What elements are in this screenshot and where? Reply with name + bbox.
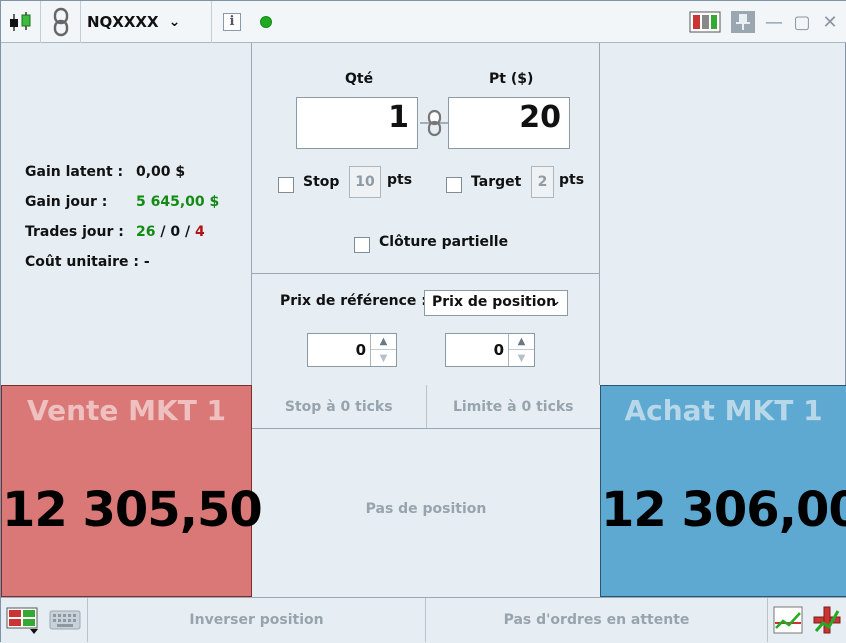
offset-value-2: 0 <box>493 341 504 359</box>
window-controls: — ▢ ✕ <box>689 1 839 43</box>
stop-checkbox[interactable] <box>278 177 294 193</box>
target-checkbox[interactable] <box>446 177 462 193</box>
trades-losing: 4 <box>194 224 205 240</box>
right-panel <box>600 43 846 385</box>
connection-status-icon <box>260 15 272 28</box>
position-status: Pas de position <box>365 501 487 517</box>
ask-price: 12 306,00 <box>601 482 846 538</box>
chevron-up-icon[interactable]: ▲ <box>509 334 534 350</box>
offset-value-1: 0 <box>355 341 366 359</box>
chart-trend-icon[interactable] <box>767 598 807 642</box>
unrealized-value: 0,00 $ <box>136 164 186 180</box>
position-panel: Stop à 0 ticks Limite à 0 ticks Pas de p… <box>252 385 600 597</box>
pin-icon[interactable] <box>731 11 755 33</box>
info-icon: i <box>223 12 241 31</box>
trades-separator: / <box>155 224 171 240</box>
sell-market-button[interactable]: Vente MKT 1 12 305,50 <box>1 385 263 597</box>
buy-market-button[interactable]: Achat MKT 1 12 306,00 <box>600 385 846 597</box>
title-bar: NQXXXX ⌄ i — ▢ ✕ <box>1 0 846 43</box>
sell-title: Vente MKT 1 <box>26 394 227 427</box>
buy-title: Achat MKT 1 <box>624 394 823 427</box>
trading-window: NQXXXX ⌄ i — ▢ ✕ Gain latent: 0,00 $ Ga… <box>0 0 846 643</box>
reference-price-select[interactable]: Prix de position ⌄ <box>424 290 568 316</box>
symbol-name: NQXXXX <box>87 12 159 31</box>
stop-label: Stop <box>303 174 340 190</box>
stop-points-input[interactable]: 10 <box>349 166 381 198</box>
chevron-up-icon[interactable]: ▲ <box>371 334 396 350</box>
qty-header: Qté <box>345 71 374 87</box>
chevron-down-icon: ⌄ <box>550 294 561 309</box>
unrealized-row: Gain latent : 0,00 $ <box>25 157 219 187</box>
daily-trades-label: Trades jour : <box>25 224 124 240</box>
partial-close-label: Clôture partielle <box>379 234 509 250</box>
unit-cost-row: Coût unitaire : - <box>25 247 219 277</box>
strategy-icon[interactable] <box>807 598 846 642</box>
limit-ticks-button[interactable]: Limite à 0 ticks <box>427 385 601 428</box>
bottom-bar: Inverser position Pas d'ordres en attent… <box>1 597 846 643</box>
pending-orders-button[interactable]: Pas d'ordres en attente <box>425 598 767 642</box>
unit-cost-label: Coût unitaire : - <box>25 254 150 270</box>
offset-stepper-1[interactable]: 0 ▲ ▼ <box>307 333 397 367</box>
maximize-icon[interactable]: ▢ <box>793 12 811 33</box>
link-icon[interactable] <box>420 109 450 137</box>
chart-candles-icon[interactable] <box>1 0 41 43</box>
reference-price-panel: Prix de référence : Prix de position ⌄ 0… <box>252 274 600 385</box>
chevron-down-icon[interactable]: ▼ <box>509 350 534 366</box>
target-unit: pts <box>559 172 585 188</box>
unrealized-label: Gain latent : <box>25 164 124 180</box>
partial-close-checkbox[interactable] <box>354 237 370 253</box>
order-params-panel: Qté Pt ($) 1 20 Stop 10 pts Target 2 pts… <box>252 43 600 274</box>
trades-winning: 26 <box>136 224 156 240</box>
keyboard-icon[interactable] <box>45 598 85 642</box>
qty-input[interactable]: 1 <box>296 97 418 149</box>
point-value-input[interactable]: 20 <box>448 97 570 149</box>
layout-columns-icon[interactable] <box>689 11 721 33</box>
stop-unit: pts <box>387 172 413 188</box>
minimize-icon[interactable]: — <box>765 12 783 33</box>
info-button[interactable]: i <box>212 1 252 43</box>
stats-panel: Gain latent : 0,00 $ Gain jour : 5 645,0… <box>1 43 252 385</box>
chevron-down-icon: ⌄ <box>168 13 181 30</box>
close-icon[interactable]: ✕ <box>821 12 839 33</box>
chevron-down-icon[interactable]: ▼ <box>371 350 396 366</box>
trades-separator: / <box>180 224 195 240</box>
daily-gain-row: Gain jour : 5 645,00 $ <box>25 187 219 217</box>
point-value-header: Pt ($) <box>489 71 534 87</box>
symbol-selector[interactable]: NQXXXX ⌄ <box>81 0 212 43</box>
daily-gain-value: 5 645,00 $ <box>136 194 220 210</box>
offset-stepper-2[interactable]: 0 ▲ ▼ <box>445 333 535 367</box>
reverse-position-button[interactable]: Inverser position <box>87 598 425 642</box>
grid-layout-icon[interactable] <box>5 598 41 642</box>
daily-gain-label: Gain jour : <box>25 194 108 210</box>
stop-ticks-button[interactable]: Stop à 0 ticks <box>252 385 427 428</box>
target-label: Target <box>471 174 522 190</box>
link-icon[interactable] <box>41 0 81 43</box>
reference-price-selected: Prix de position <box>432 294 557 310</box>
daily-trades-row: Trades jour : 26 / 0 / 4 <box>25 217 219 247</box>
reference-price-label: Prix de référence : <box>280 293 427 309</box>
target-points-input[interactable]: 2 <box>531 166 554 198</box>
trades-flat: 0 <box>170 224 181 240</box>
bid-price: 12 305,50 <box>2 482 263 538</box>
